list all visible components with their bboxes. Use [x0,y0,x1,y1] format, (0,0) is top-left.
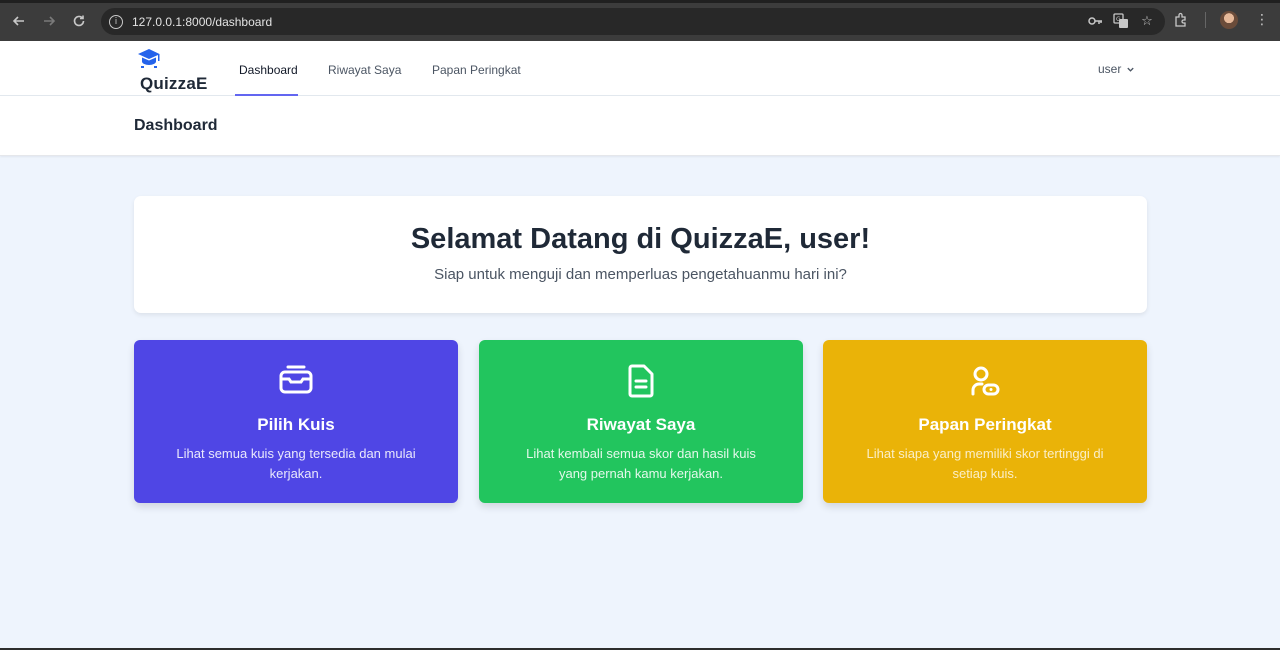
back-icon[interactable] [9,11,29,31]
brand-name: QuizzaE [140,74,208,93]
chevron-down-icon [1127,67,1135,72]
reload-icon[interactable] [69,11,89,31]
card-description: Lihat kembali semua skor dan hasil kuis … [526,446,756,481]
tab-strip [0,0,1280,3]
forward-icon[interactable] [39,11,59,31]
info-icon[interactable]: i [109,14,123,29]
profile-avatar[interactable] [1220,11,1238,29]
svg-text:G: G [1116,16,1121,23]
card-description: Lihat semua kuis yang tersedia dan mulai… [176,446,416,481]
browser-toolbar: i 127.0.0.1:8000/dashboard G ☆ ⋮ [0,0,1280,41]
brand-logo[interactable]: QuizzaE [134,46,207,93]
nav-link-riwayat-saya[interactable]: Riwayat Saya [328,63,401,77]
extensions-icon[interactable] [1171,10,1191,30]
page-header: Dashboard [0,96,1280,156]
card-title: Papan Peringkat [918,415,1052,434]
key-icon[interactable] [1087,13,1103,29]
nav-link-papan-peringkat[interactable]: Papan Peringkat [432,63,521,77]
card-title: Pilih Kuis [257,415,335,434]
card-riwayat-saya[interactable]: Riwayat Saya Lihat kembali semua skor da… [479,340,803,503]
welcome-title: Selamat Datang di QuizzaE, user! [410,223,871,255]
card-title: Riwayat Saya [586,415,696,434]
user-name: user [1098,62,1122,76]
graduation-cap-icon [138,49,160,68]
app-navbar: QuizzaE Dashboard Riwayat Saya Papan Per… [0,41,1280,96]
user-dropdown[interactable]: user [1098,62,1135,76]
welcome-subtitle: Siap untuk menguji dan memperluas penget… [434,266,847,283]
user-badge-icon [971,366,1000,396]
card-description: Lihat siapa yang memiliki skor tertinggi… [866,446,1104,481]
url-text: 127.0.0.1:8000/dashboard [132,14,273,29]
inbox-icon [279,365,313,394]
star-icon[interactable]: ☆ [1139,13,1155,29]
toolbar-divider [1205,12,1206,28]
card-pilih-kuis[interactable]: Pilih Kuis Lihat semua kuis yang tersedi… [134,340,458,503]
address-bar[interactable]: i 127.0.0.1:8000/dashboard G ☆ [101,8,1165,35]
document-icon [628,364,654,398]
welcome-card: Selamat Datang di QuizzaE, user! Siap un… [134,196,1147,313]
nav-link-dashboard[interactable]: Dashboard [239,63,298,77]
page-title: Dashboard [134,117,218,134]
card-papan-peringkat[interactable]: Papan Peringkat Lihat siapa yang memilik… [823,340,1147,503]
menu-icon[interactable]: ⋮ [1252,10,1272,30]
translate-icon[interactable]: G [1113,13,1129,29]
